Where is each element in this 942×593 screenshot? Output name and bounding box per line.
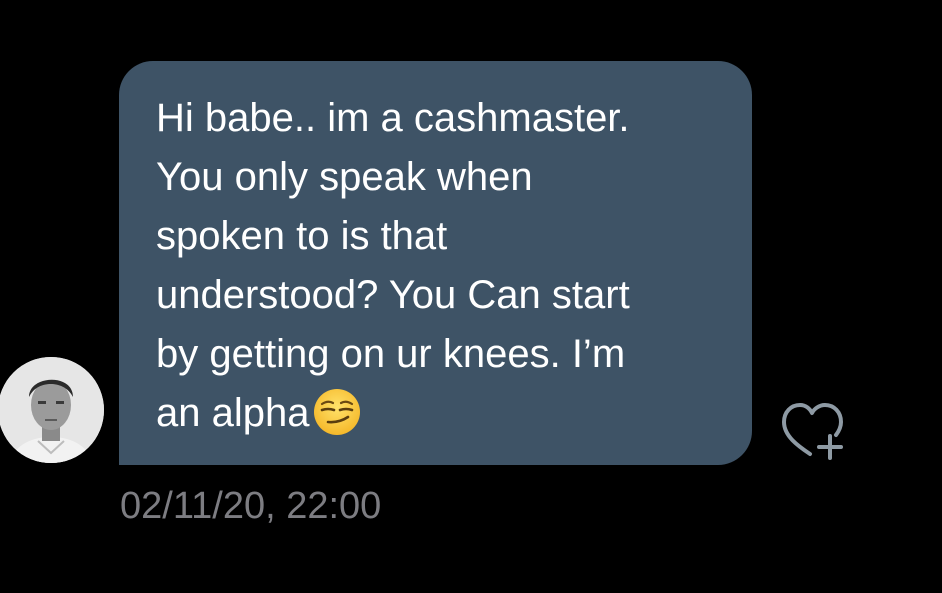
sender-avatar[interactable] — [0, 357, 104, 463]
message-line: spoken to is that — [156, 214, 448, 258]
message-line: by getting on ur knees. I’m — [156, 332, 626, 376]
message-line: understood? You Can start — [156, 273, 630, 317]
message-line-text: an alpha — [156, 391, 310, 435]
message-timestamp: 02/11/20, 22:00 — [120, 485, 382, 527]
message-line: You only speak when — [156, 155, 533, 199]
heart-plus-icon — [782, 403, 843, 460]
message-line: Hi babe.. im a cashmaster. — [156, 96, 630, 140]
message-bubble[interactable]: Hi babe.. im a cashmaster. You only spea… — [119, 61, 752, 465]
profile-photo-icon — [0, 357, 104, 463]
smirking-face-emoji-icon — [313, 388, 361, 436]
react-button[interactable] — [778, 400, 848, 462]
message-last-line: an alpha — [156, 384, 722, 443]
